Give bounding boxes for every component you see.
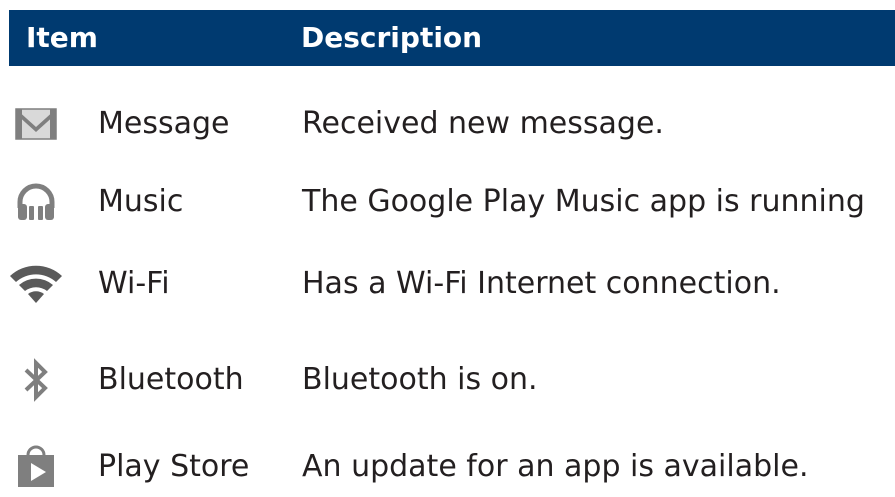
table-row: Bluetooth Bluetooth is on. — [0, 350, 895, 410]
headphones-icon — [14, 180, 58, 224]
wifi-icon — [8, 262, 64, 306]
row-item-label: Wi-Fi — [98, 266, 170, 301]
row-item-label: Play Store — [98, 449, 250, 484]
table-header: Item Description — [9, 10, 895, 66]
row-description: An update for an app is available. — [302, 449, 809, 484]
row-description: Has a Wi-Fi Internet connection. — [302, 266, 781, 301]
row-description: Received new message. — [302, 106, 664, 141]
row-item-label: Message — [98, 106, 230, 141]
row-description: The Google Play Music app is running — [302, 184, 865, 219]
table-row: Message Received new message. — [0, 94, 895, 154]
play-store-bag-icon — [14, 445, 58, 489]
description-column-header: Description — [301, 21, 483, 54]
bluetooth-icon — [14, 358, 58, 402]
gmail-envelope-icon — [14, 102, 58, 146]
row-item-label: Bluetooth — [98, 362, 244, 397]
table-row: Play Store An update for an app is avail… — [0, 437, 895, 497]
row-description: Bluetooth is on. — [302, 362, 538, 397]
item-column-header: Item — [26, 21, 98, 54]
table-row: Wi-Fi Has a Wi-Fi Internet connection. — [0, 254, 895, 314]
row-item-label: Music — [98, 184, 184, 219]
table-row: Music The Google Play Music app is runni… — [0, 172, 895, 232]
